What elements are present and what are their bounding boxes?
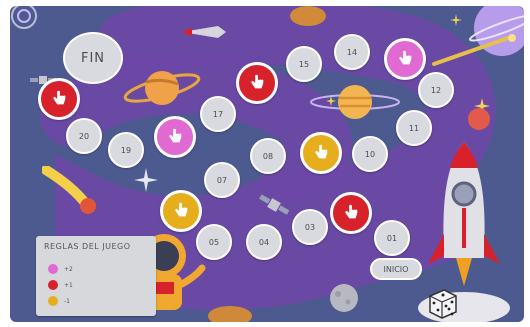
comet-top-icon <box>432 34 516 66</box>
pointer-hand-icon <box>345 204 358 219</box>
rule-row: +1 <box>48 280 73 290</box>
board-cell-yellow[interactable] <box>160 190 202 232</box>
moon-icon <box>330 284 358 312</box>
pointer-hand-icon <box>169 128 182 143</box>
board-cell-19[interactable]: 19 <box>108 132 144 168</box>
board-cell-pink[interactable] <box>384 38 426 80</box>
pointer-hand-icon <box>315 144 328 159</box>
rule-text: +2 <box>64 265 73 273</box>
board-cell-03[interactable]: 03 <box>292 209 328 245</box>
board-cell-01[interactable]: 01 <box>374 220 410 256</box>
board-cell-10[interactable]: 10 <box>352 136 388 172</box>
board-cell-11[interactable]: 11 <box>396 110 432 146</box>
pointer-hand-icon <box>175 202 188 217</box>
board-cell-07[interactable]: 07 <box>204 162 240 198</box>
pointer-hand-icon <box>53 90 66 105</box>
satellite-center-icon <box>259 194 290 215</box>
rules-title: REGLAS DEL JUEGO <box>44 242 131 251</box>
dice-icon[interactable] <box>426 286 460 320</box>
rules-panel: REGLAS DEL JUEGO +2 +1 -1 <box>36 236 156 316</box>
board-cell-red[interactable] <box>38 78 80 120</box>
small-rocket-icon <box>182 26 226 38</box>
start-cell[interactable]: INICIO <box>370 258 422 280</box>
board-cell-05[interactable]: 05 <box>196 224 232 260</box>
pink-dot-icon <box>48 264 58 274</box>
board-cell-red[interactable] <box>236 62 278 104</box>
board-cell-20[interactable]: 20 <box>66 118 102 154</box>
board-cell-14[interactable]: 14 <box>334 34 370 70</box>
comet-icon <box>42 166 96 214</box>
galaxy-icon <box>11 6 37 29</box>
rule-row: -1 <box>48 296 70 306</box>
saturn-planet-icon <box>123 71 201 105</box>
pointer-hand-icon <box>399 50 412 65</box>
board-cell-yellow[interactable] <box>300 132 342 174</box>
ringed-planet-icon <box>310 85 400 119</box>
bottom-asteroid-icon <box>208 306 252 322</box>
board-cell-15[interactable]: 15 <box>286 46 322 82</box>
game-board: FIN INICIO 01 03 04 05 07 08 10 11 12 14… <box>10 6 524 322</box>
finish-cell[interactable]: FIN <box>63 32 123 84</box>
red-dot-icon <box>48 280 58 290</box>
rule-row: +2 <box>48 264 73 274</box>
asteroid-icon <box>290 6 326 26</box>
board-cell-red[interactable] <box>330 192 372 234</box>
star-icon <box>326 96 336 106</box>
board-cell-04[interactable]: 04 <box>246 224 282 260</box>
star-icon <box>450 14 462 26</box>
board-cell-12[interactable]: 12 <box>418 72 454 108</box>
star-icon <box>134 168 158 192</box>
pointer-hand-icon <box>251 74 264 89</box>
rule-text: -1 <box>64 297 70 305</box>
board-cell-17[interactable]: 17 <box>200 96 236 132</box>
small-red-planet-icon <box>468 108 490 130</box>
yellow-dot-icon <box>48 296 58 306</box>
board-cell-08[interactable]: 08 <box>250 138 286 174</box>
board-cell-pink[interactable] <box>154 116 196 158</box>
rule-text: +1 <box>64 281 73 289</box>
